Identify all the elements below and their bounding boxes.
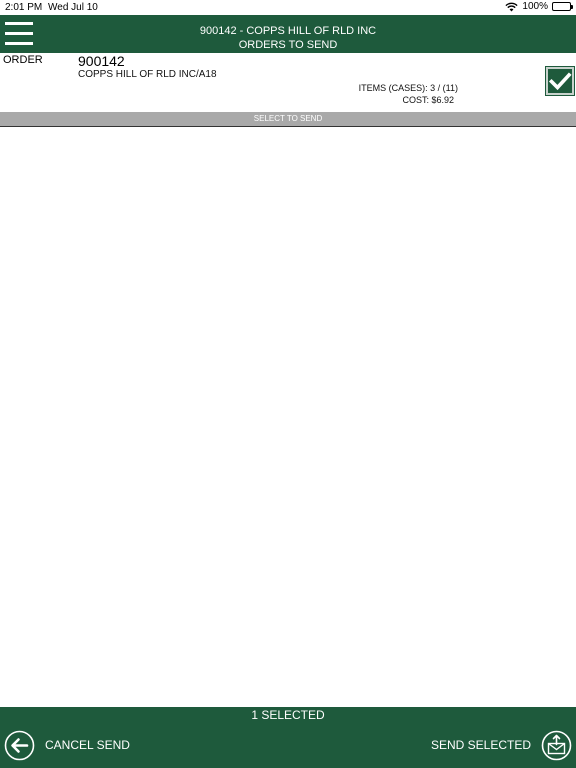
send-selected-button[interactable]: SEND SELECTED <box>431 729 572 761</box>
select-to-send-bar[interactable]: SELECT TO SEND <box>0 112 576 126</box>
order-label: ORDER <box>3 54 43 66</box>
order-list-area <box>0 127 576 707</box>
arrow-left-circle-icon <box>4 730 35 761</box>
footer-bar: 1 SELECTED CANCEL SEND SEND SELECTED <box>0 707 576 768</box>
app-screen: 2:01 PM Wed Jul 10 100% 900142 - COPPS H… <box>0 0 576 768</box>
send-selected-label: SEND SELECTED <box>430 738 531 752</box>
status-bar: 2:01 PM Wed Jul 10 100% <box>0 0 576 15</box>
order-select-checkbox[interactable] <box>545 66 575 96</box>
send-envelope-icon <box>541 730 572 761</box>
wifi-icon <box>505 2 519 12</box>
page-title-line1: 900142 - COPPS HILL OF RLD INC <box>199 25 377 37</box>
battery-percent: 100% <box>522 1 548 12</box>
order-items: ITEMS (CASES): 3 / (11) <box>358 83 458 93</box>
battery-icon <box>552 2 573 11</box>
order-cost: COST: $6.92 <box>402 95 454 105</box>
order-list-item[interactable]: ORDER 900142 COPPS HILL OF RLD INC/A18 I… <box>0 53 576 112</box>
cancel-send-label: CANCEL SEND <box>45 738 130 752</box>
status-indicators: 100% <box>505 1 573 12</box>
order-number: 900142 <box>78 53 125 69</box>
page-title: 900142 - COPPS HILL OF RLD INC ORDERS TO… <box>0 24 576 52</box>
order-customer: COPPS HILL OF RLD INC/A18 <box>78 69 217 80</box>
checkmark-icon <box>548 69 572 93</box>
selected-count: 1 SELECTED <box>251 708 325 722</box>
status-time: 2:01 PM <box>5 2 43 13</box>
cancel-send-button[interactable]: CANCEL SEND <box>4 729 130 761</box>
status-date: Wed Jul 10 <box>48 2 98 13</box>
page-title-line2: ORDERS TO SEND <box>238 39 338 51</box>
header-bar: 900142 - COPPS HILL OF RLD INC ORDERS TO… <box>0 15 576 53</box>
